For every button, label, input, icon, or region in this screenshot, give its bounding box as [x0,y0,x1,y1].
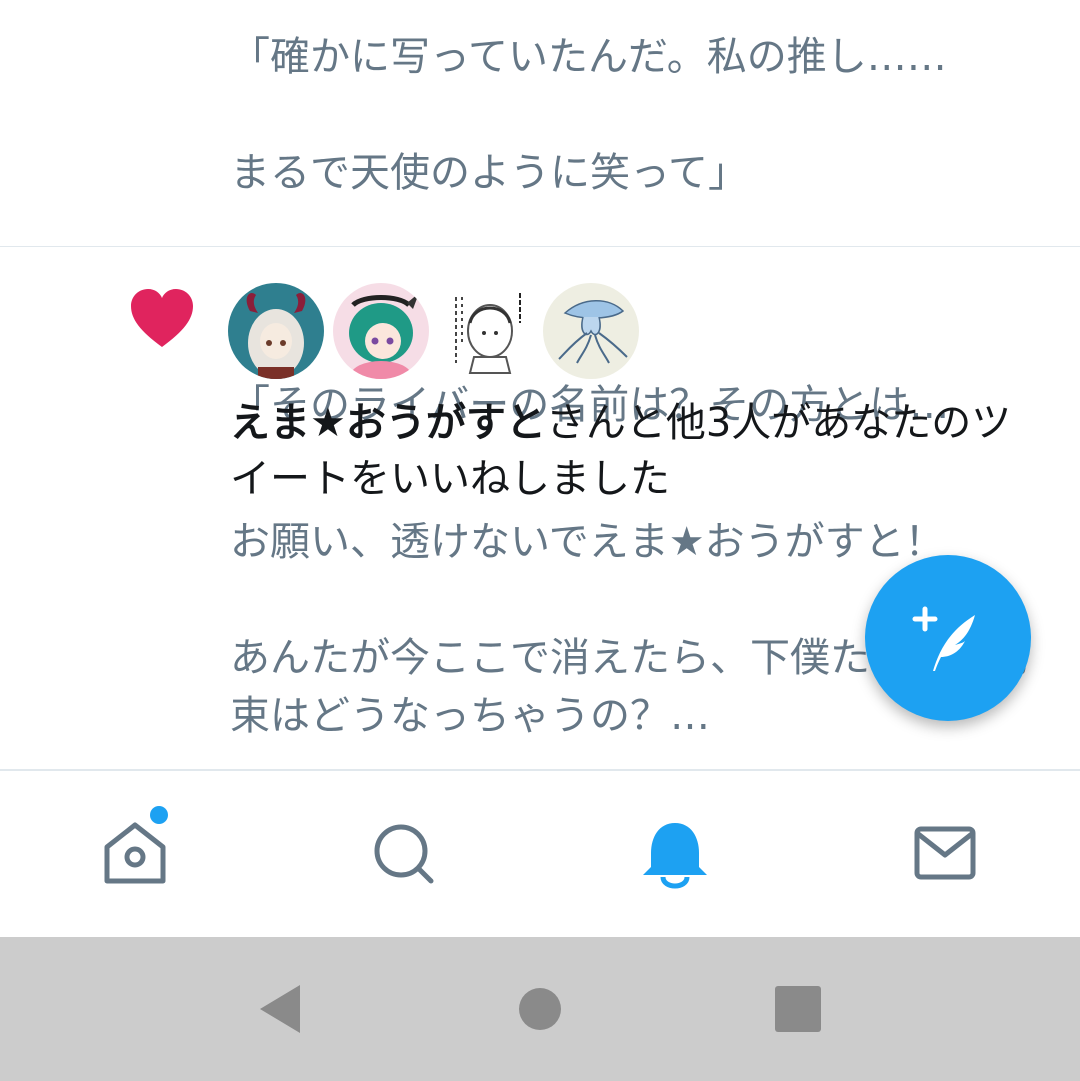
avatar[interactable] [438,283,534,379]
notification-headline: えま★おうがすとさんと他3人があなたのツイートをいいねしました [230,395,1030,507]
mail-icon [914,826,976,880]
bell-icon [643,823,707,889]
new-content-indicator [150,806,168,824]
avatar[interactable] [543,283,639,379]
system-navigation-bar [0,937,1080,1081]
back-icon[interactable] [256,983,304,1035]
tab-home[interactable] [95,811,175,901]
tab-search[interactable] [365,811,445,901]
avatar[interactable] [333,283,429,379]
bottom-tab-bar [0,770,1080,937]
recents-icon[interactable] [775,986,821,1032]
home-icon [104,822,166,884]
avatar[interactable] [228,283,324,379]
heart-icon [131,289,193,347]
actor-name[interactable]: えま★おうがすと [230,400,546,446]
compose-tweet-button[interactable] [865,555,1031,721]
home-circle-icon[interactable] [518,987,562,1031]
search-icon [374,824,434,884]
notification-item[interactable]: 「確かに写っていたんだ。私の推し…… まるで天使のように笑って」 「そのライバー… [0,0,1080,428]
tab-notifications[interactable] [635,811,715,901]
compose-tweet-icon [912,606,975,671]
tab-messages[interactable] [905,811,985,901]
